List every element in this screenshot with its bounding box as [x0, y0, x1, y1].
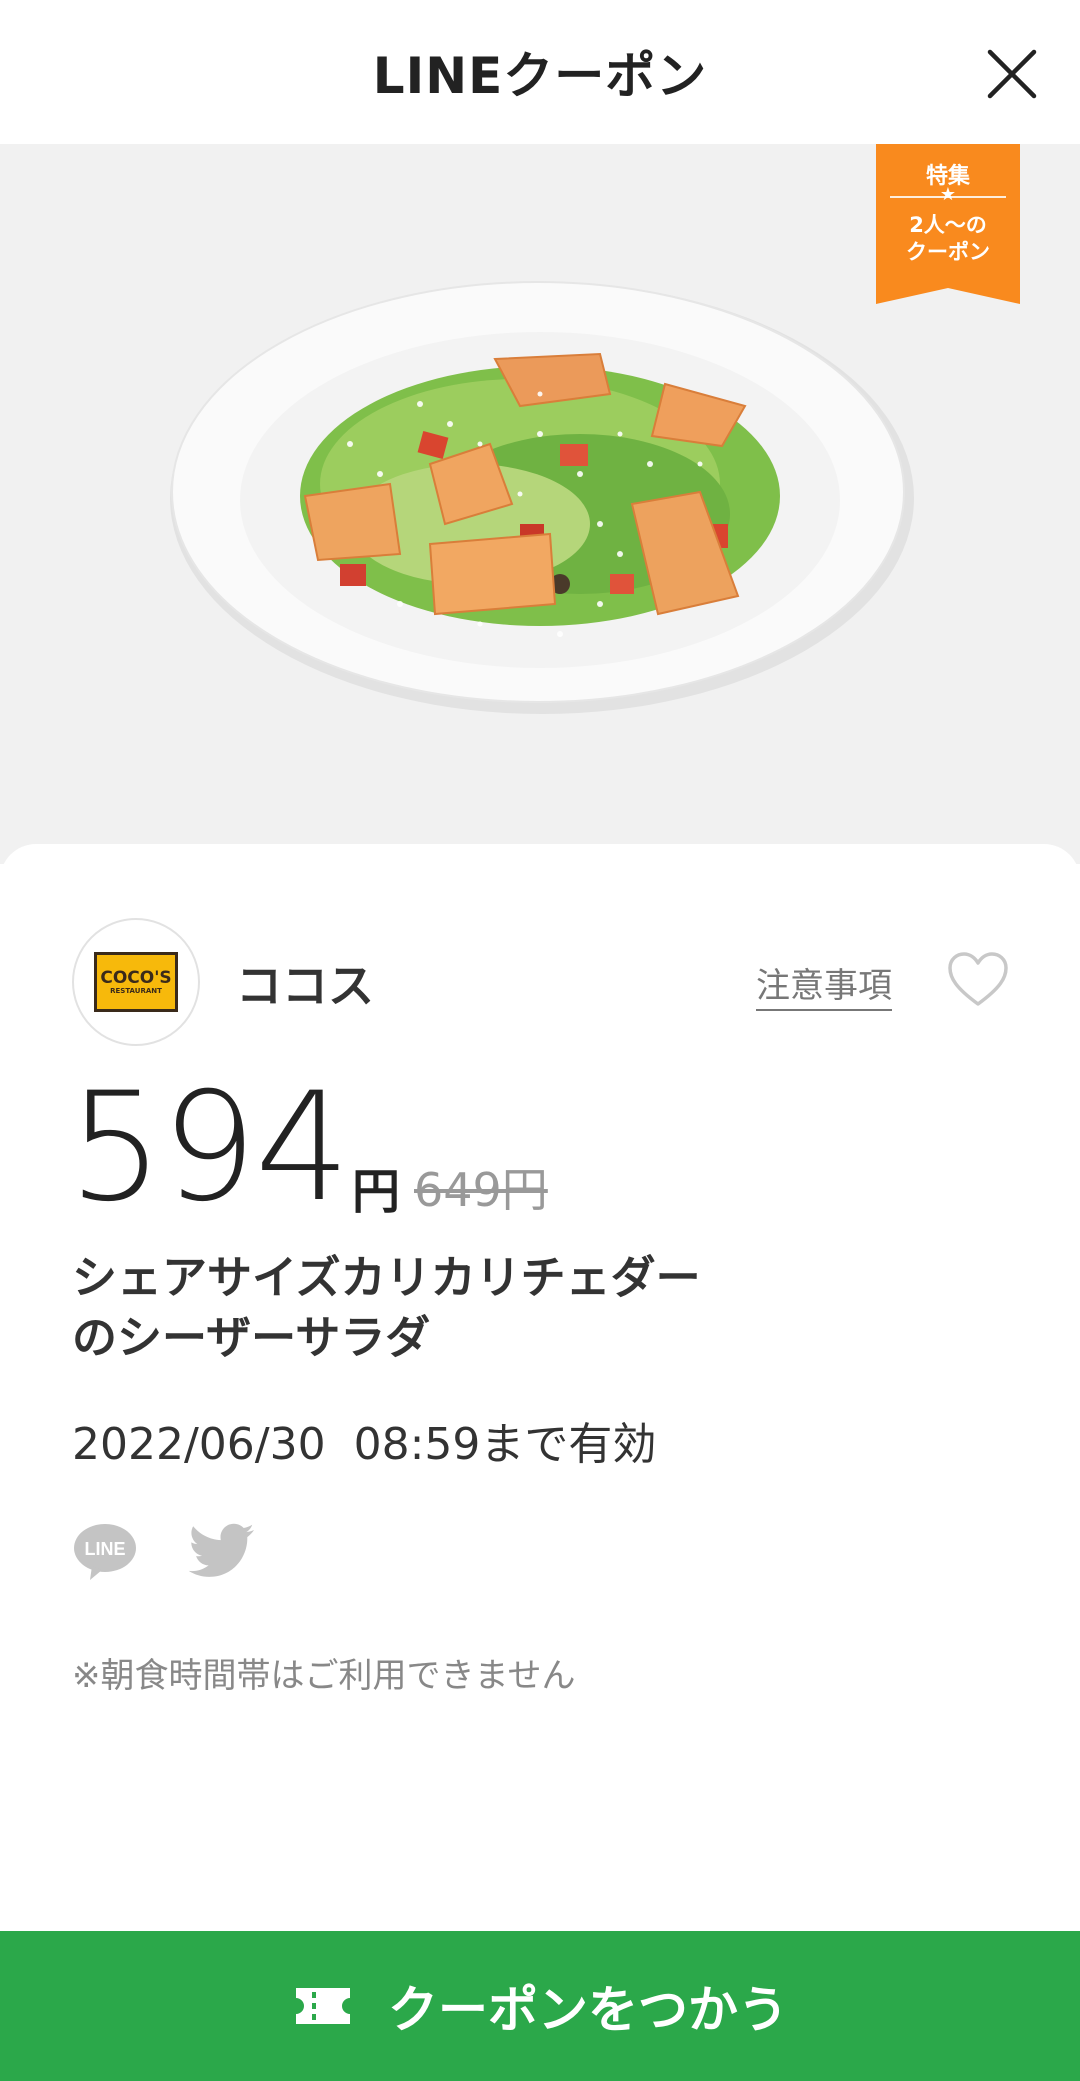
usage-note: ※朝食時間帯はご利用できません [72, 1656, 576, 1696]
ticket-icon [296, 1988, 350, 2024]
product-name-line-2: のシーザーサラダ [72, 1311, 431, 1364]
use-coupon-button[interactable]: クーポンをつかう [0, 1931, 1080, 2081]
logo-subtext: RESTAURANT [110, 986, 162, 995]
badge-subtitle: 2人〜の [909, 213, 987, 237]
original-price: 649円 [414, 1163, 548, 1217]
close-button[interactable] [984, 46, 1040, 102]
line-share-icon: LINE [74, 1524, 136, 1580]
logo-text: COCO'S [100, 967, 172, 988]
product-name-line-1: シェアサイズカリカリチェダー [72, 1251, 701, 1304]
price-unit: 円 [352, 1164, 401, 1220]
twitter-icon [188, 1523, 254, 1577]
notice-link[interactable]: 注意事項 [756, 958, 892, 1011]
badge-subtitle-2: クーポン [906, 240, 990, 264]
close-icon [987, 49, 1037, 99]
discount-price: 594 [68, 1061, 350, 1235]
shop-logo: COCO'S RESTAURANT [72, 918, 200, 1046]
share-twitter-button[interactable] [188, 1522, 256, 1582]
svg-text:LINE: LINE [84, 1539, 125, 1559]
header: LINEクーポン [0, 0, 1080, 144]
star-icon: ★ [939, 184, 957, 205]
favorite-button[interactable] [946, 950, 1010, 1008]
share-line-button[interactable]: LINE [72, 1522, 138, 1582]
coupon-hero: 特集 ★ 2人〜の クーポン [0, 144, 1080, 864]
product-name: シェアサイズカリカリチェダー のシーザーサラダ [72, 1248, 772, 1368]
use-coupon-label: クーポンをつかう [388, 1981, 788, 2039]
validity-text: 2022/06/30 08:59まで有効 [72, 1419, 657, 1470]
page-title: LINEクーポン [372, 47, 708, 105]
heart-icon [948, 952, 1008, 1006]
special-feature-badge: 特集 ★ 2人〜の クーポン [876, 144, 1020, 304]
shop-name: ココス [236, 959, 374, 1013]
